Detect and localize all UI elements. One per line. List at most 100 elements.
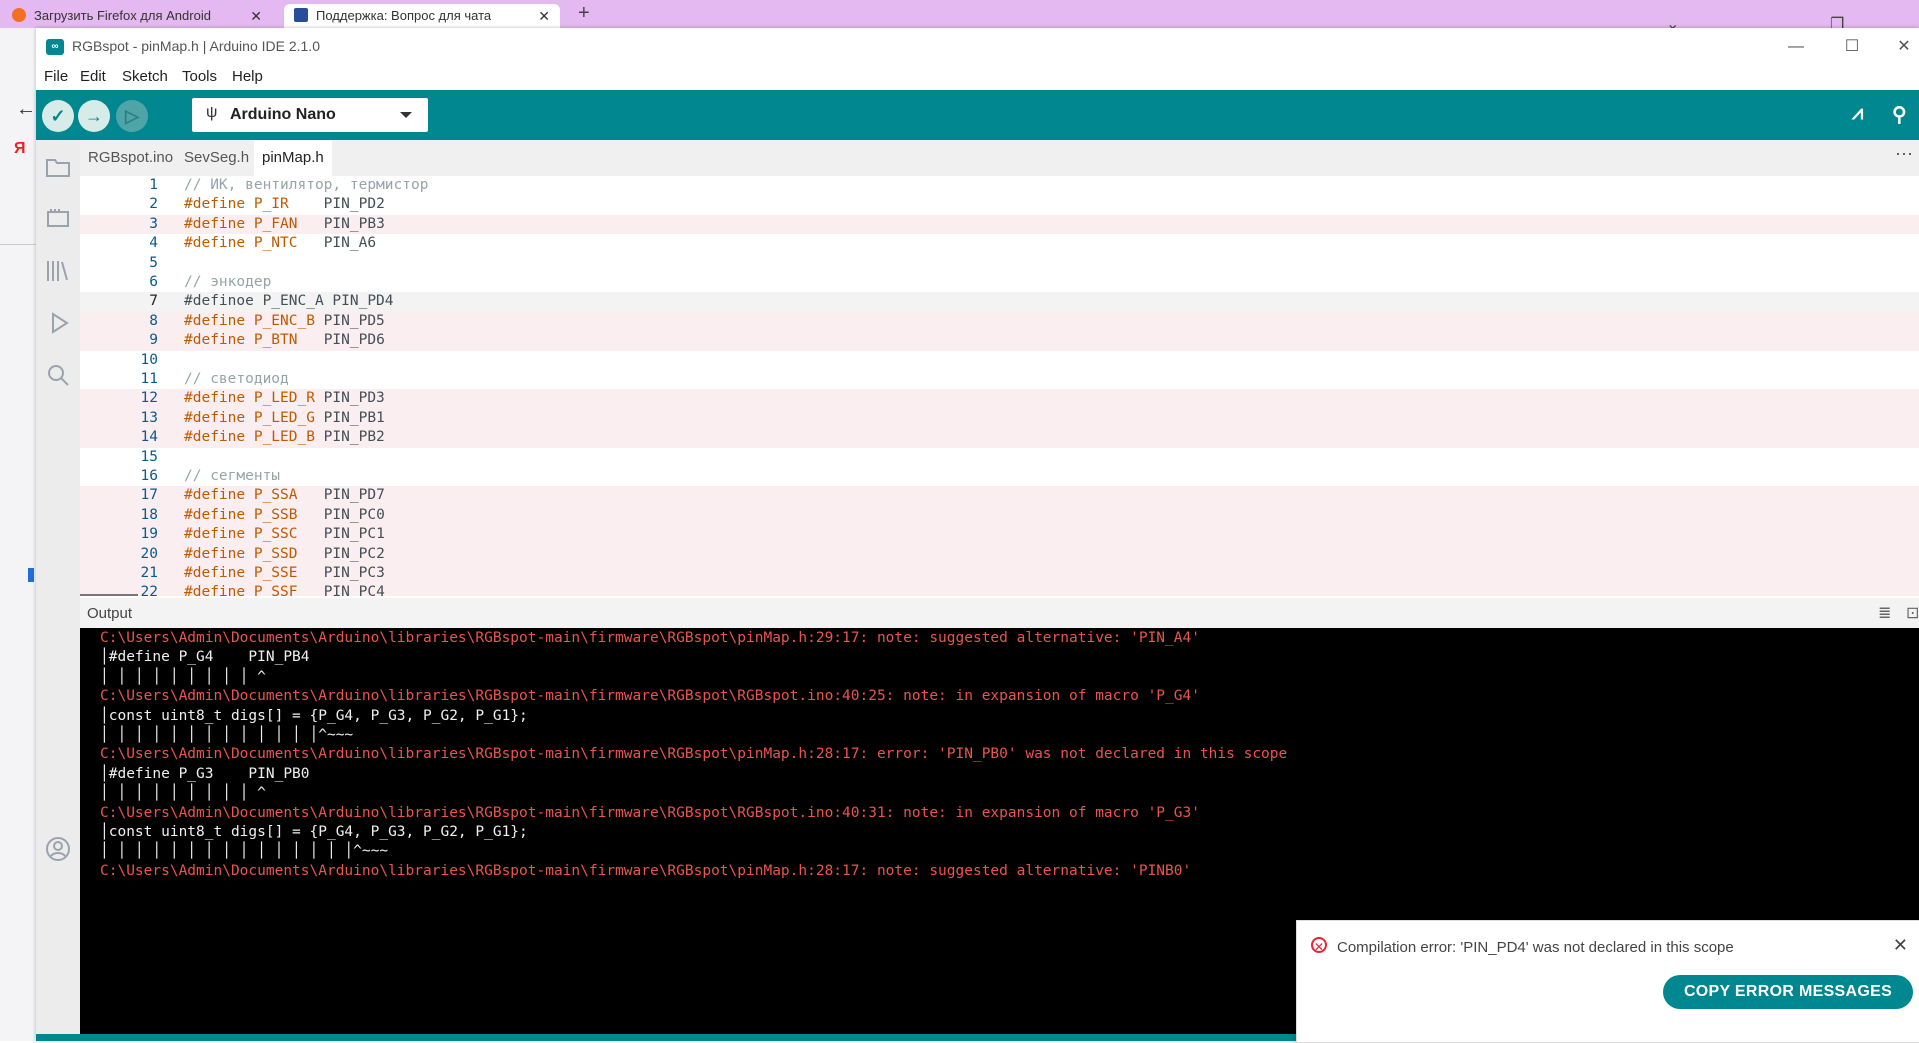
keyword-define: #define	[184, 390, 246, 407]
line-number: 12	[140, 390, 158, 407]
code-line[interactable]: 12 #define P_LED_R PIN_PD3	[80, 389, 1919, 409]
macro-name: P_SSA	[245, 487, 298, 504]
code-line[interactable]: 17 #define P_SSA PIN_PD7	[80, 486, 1919, 506]
code-line[interactable]: 2 #define P_IR PIN_PD2	[80, 195, 1919, 214]
error-notification: ✕ Compilation error: 'PIN_PD4' was not d…	[1296, 920, 1919, 1043]
keyword-define: #define	[184, 235, 246, 252]
support-site-icon	[294, 8, 308, 22]
maximize-icon[interactable]: ☐	[1832, 34, 1872, 60]
search-icon[interactable]	[45, 362, 71, 388]
firefox-icon	[12, 8, 26, 22]
code-line[interactable]: 3 #define P_FAN PIN_PB3	[80, 214, 1919, 235]
close-tab-icon[interactable]: ✕	[538, 4, 550, 28]
code-line[interactable]: 20 #define P_SSD PIN_PC2	[80, 544, 1919, 564]
minimize-icon[interactable]: —	[1776, 34, 1816, 60]
code-text: #define P_LED_R PIN_PD3	[184, 389, 385, 408]
line-number: 13	[140, 409, 158, 426]
lock-scroll-icon[interactable]: ⊡	[1906, 603, 1919, 623]
code-line[interactable]: 21 #define P_SSE PIN_PC3	[80, 564, 1919, 584]
error-line: C:\Users\Admin\Documents\Arduino\librari…	[100, 804, 1200, 821]
code-line[interactable]: 22 #define P_SSF PIN_PC4	[80, 583, 1919, 596]
copy-error-messages-button[interactable]: COPY ERROR MESSAGES	[1663, 975, 1913, 1009]
browser-tab-firefox[interactable]: Загрузить Firefox для Android ✕	[12, 4, 272, 28]
line-number: 14	[140, 429, 158, 446]
code-text: #define P_LED_B PIN_PB2	[184, 428, 385, 447]
keyword-define: #define	[184, 584, 246, 596]
macro-name: P_ENC_B	[245, 312, 315, 329]
macro-value: PIN_PB1	[314, 409, 385, 426]
horizontal-scrollbar[interactable]	[80, 594, 138, 596]
macro-name: P_SSC	[245, 526, 298, 543]
error-line: C:\Users\Admin\Documents\Arduino\librari…	[100, 862, 1192, 879]
code-line[interactable]: 16 // сегменты	[80, 467, 1919, 486]
yandex-icon[interactable]: Я	[14, 140, 32, 158]
code-line[interactable]: 1 // ИК, вентилятор, термистор	[80, 176, 1919, 195]
macro-name: P_LED_R	[245, 390, 315, 407]
board-manager-icon[interactable]	[45, 206, 71, 232]
line-number: 11	[140, 371, 158, 387]
macro-value: PIN_PD3	[314, 390, 385, 407]
keyword-define: #define	[184, 545, 246, 562]
serial-plotter-icon[interactable]: ⩘	[1852, 102, 1863, 125]
code-line[interactable]: 18 #define P_SSB PIN_PC0	[80, 505, 1919, 526]
menu-tools[interactable]: Tools	[182, 68, 217, 85]
code-line[interactable]: 5	[80, 254, 1919, 273]
code-line[interactable]: 10	[80, 351, 1919, 370]
tab-rgbspot-ino[interactable]: RGBspot.ino	[80, 140, 181, 176]
verify-button[interactable]: ✓	[42, 100, 74, 132]
code-line[interactable]: 19 #define P_SSC PIN_PC1	[80, 525, 1919, 545]
menu-sketch[interactable]: Sketch	[122, 68, 168, 85]
code-line[interactable]: 6 // энкодер	[80, 273, 1919, 292]
macro-value: PIN_PC1	[297, 526, 385, 543]
menu-edit[interactable]: Edit	[80, 68, 106, 85]
code-editor[interactable]: 1 // ИК, вентилятор, термистор 2 #define P_…	[80, 176, 1919, 596]
code-line[interactable]: 13 #define P_LED_G PIN_PB1	[80, 408, 1919, 429]
code-text: #define P_LED_G PIN_PB1	[184, 409, 385, 428]
code-line[interactable]: 4 #define P_NTC PIN_A6	[80, 234, 1919, 253]
browser-tab-label: Загрузить Firefox для Android	[34, 8, 211, 23]
close-window-icon[interactable]: ✕	[1884, 34, 1919, 60]
keyword-define: #define	[184, 506, 246, 523]
more-icon[interactable]: ⋯	[1895, 144, 1913, 165]
code-line[interactable]: 11 // светодиод	[80, 370, 1919, 389]
code-line[interactable]: 8 #define P_ENC_B PIN_PD5	[80, 311, 1919, 332]
code-text: #define P_FAN PIN_PB3	[184, 215, 385, 234]
source-line: │ │ │ │ │ │ │ │ │ │ │ │ │^~~~	[100, 727, 354, 743]
close-tab-icon[interactable]: ✕	[250, 4, 262, 28]
code-text: #define P_SSE PIN_PC3	[184, 564, 385, 583]
library-manager-icon[interactable]	[45, 258, 71, 284]
code-text: #define P_NTC PIN_A6	[184, 234, 376, 253]
tab-sevseg-h[interactable]: SevSeg.h	[176, 140, 257, 176]
debug-icon[interactable]	[45, 310, 71, 336]
line-number: 4	[149, 235, 158, 252]
debug-icon: ▷	[125, 106, 139, 126]
code-line[interactable]: 14 #define P_LED_B PIN_PB2	[80, 428, 1919, 448]
back-arrow-icon[interactable]: ←	[16, 98, 36, 121]
account-icon[interactable]	[45, 836, 71, 862]
upload-button[interactable]: →	[78, 100, 110, 132]
macro-name: P_SSF	[245, 584, 298, 596]
code-line[interactable]: 15	[80, 448, 1919, 467]
source-line: │#define P_G3 PIN_PB0	[100, 765, 310, 782]
code-line[interactable]: 7 #definoe P_ENC_A PIN_PD4	[80, 292, 1919, 312]
serial-monitor-icon[interactable]: ⚲	[1892, 102, 1907, 127]
macro-name: P_LED_G	[245, 409, 315, 426]
menu-help[interactable]: Help	[232, 68, 263, 85]
menu-file[interactable]: File	[44, 68, 68, 85]
keyword-define: #define	[184, 526, 246, 543]
clear-output-icon[interactable]: ≣	[1878, 603, 1891, 623]
browser-tab-strip: Загрузить Firefox для Android ✕ Поддержк…	[0, 0, 1919, 33]
line-number: 3	[149, 215, 158, 232]
macro-value: PIN_PC4	[297, 584, 385, 596]
code-line[interactable]: 9 #define P_BTN PIN_PD6	[80, 331, 1919, 351]
new-tab-button[interactable]: +	[578, 2, 590, 25]
board-selector[interactable]: ψ Arduino Nano	[192, 98, 428, 132]
debug-button[interactable]: ▷	[116, 100, 148, 132]
board-name: Arduino Nano	[230, 106, 336, 123]
close-icon[interactable]: ✕	[1893, 935, 1908, 956]
code-text: #define P_SSA PIN_PD7	[184, 486, 385, 505]
code-text: #define P_BTN PIN_PD6	[184, 331, 385, 350]
folder-icon[interactable]	[45, 154, 71, 180]
tab-pinmap-h[interactable]: pinMap.h	[254, 140, 332, 178]
browser-tab-support[interactable]: Поддержка: Вопрос для чата ✕	[284, 4, 560, 28]
